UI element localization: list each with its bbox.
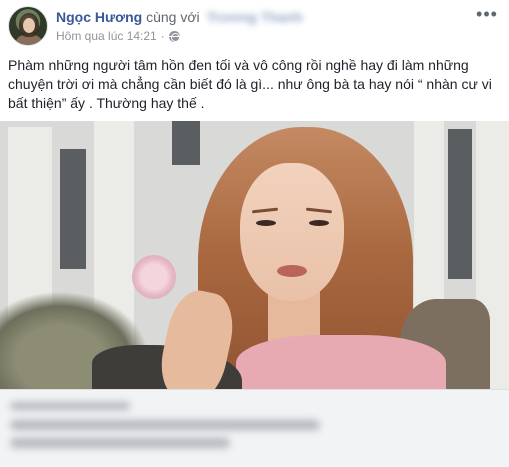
lips (277, 265, 307, 277)
post-timestamp[interactable]: Hôm qua lúc 14:21 (56, 29, 157, 44)
pink-shirt (236, 335, 446, 389)
more-options-button[interactable]: ••• (475, 4, 499, 26)
link-preview-blurred[interactable] (0, 389, 509, 467)
post-photo[interactable] (0, 121, 509, 389)
with-text: cùng với (146, 9, 200, 25)
author-line: Ngọc Hương cùng với Trương Thanh (56, 9, 303, 26)
building-window (172, 121, 200, 165)
post-text: Phàm những người tâm hồn đen tối và vô c… (8, 57, 492, 111)
pink-fur-accessory (132, 255, 176, 299)
building-window (60, 149, 86, 269)
post-header: Ngọc Hương cùng với Trương Thanh Hôm qua… (8, 4, 501, 48)
blurred-title-line (10, 420, 320, 430)
author-avatar[interactable] (8, 6, 48, 46)
left-eye (256, 220, 276, 226)
face (240, 163, 344, 301)
more-horizontal-icon: ••• (476, 4, 498, 24)
post-meta: Hôm qua lúc 14:21 · (56, 29, 180, 44)
building-window (448, 129, 472, 279)
right-eye (309, 220, 329, 226)
meta-separator: · (160, 29, 165, 43)
globe-icon[interactable] (168, 31, 180, 42)
avatar-face (23, 18, 35, 33)
blurred-title-line (10, 438, 230, 448)
author-name-link[interactable]: Ngọc Hương (56, 9, 142, 25)
tagged-person-link[interactable]: Trương Thanh (207, 9, 303, 25)
facebook-post: Ngọc Hương cùng với Trương Thanh Hôm qua… (0, 0, 509, 467)
blurred-source (10, 402, 130, 410)
